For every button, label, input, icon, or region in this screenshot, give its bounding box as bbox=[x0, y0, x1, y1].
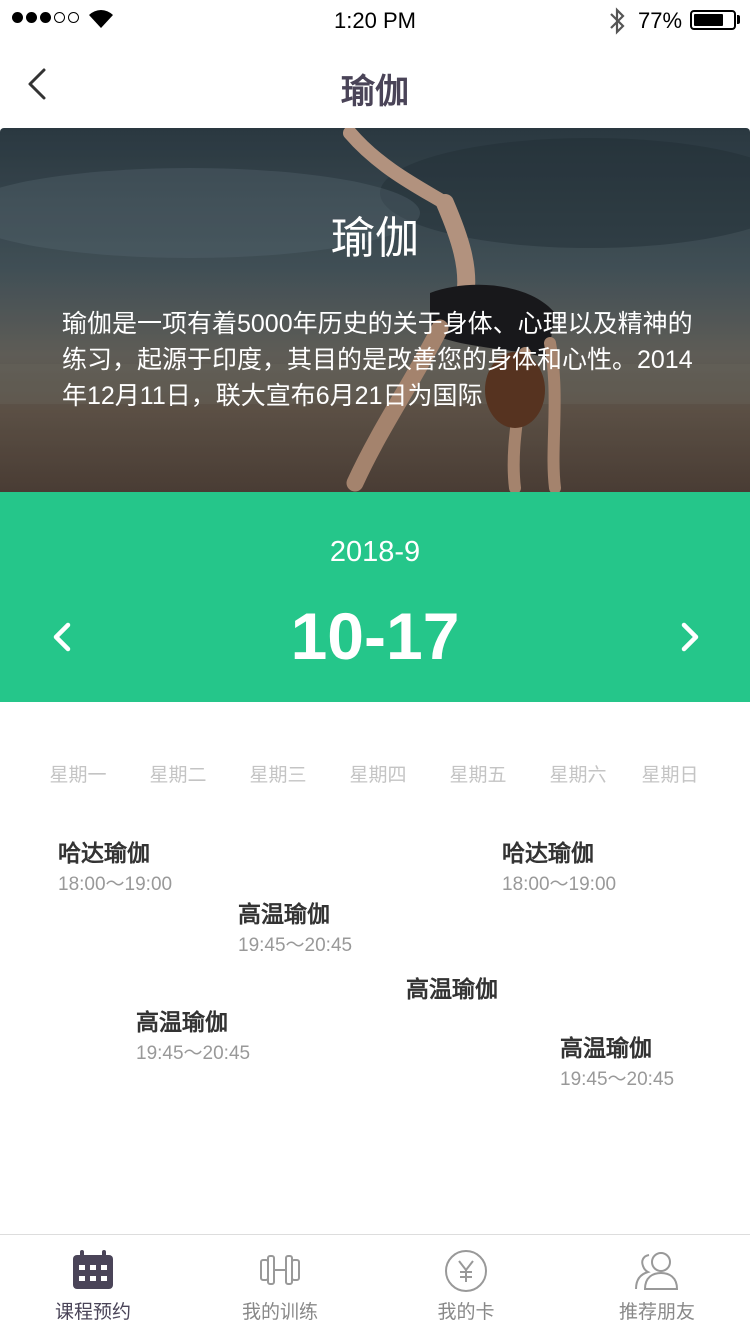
battery-icon bbox=[690, 10, 736, 30]
tab-label: 推荐朋友 bbox=[618, 1302, 695, 1323]
bluetooth-icon bbox=[610, 7, 625, 35]
tab-label: 我的卡 bbox=[437, 1302, 495, 1323]
tab-bar: 课程预约 我的训练 我的卡 推荐朋友 bbox=[0, 1234, 750, 1334]
weekday-thu: 星期四 bbox=[349, 765, 407, 786]
class-time: 18:00～19:00 bbox=[502, 874, 617, 895]
hero-title: 瑜伽 bbox=[331, 214, 419, 263]
tab-course-booking[interactable]: 课程预约 bbox=[18, 1235, 168, 1334]
class-name: 高温瑜伽 bbox=[238, 901, 330, 927]
tab-refer-friends[interactable]: 推荐朋友 bbox=[582, 1235, 732, 1334]
class-time: 18:00～19:00 bbox=[58, 874, 173, 895]
chevron-right-icon bbox=[681, 622, 699, 652]
class-time: 19:45～20:45 bbox=[238, 935, 353, 956]
weekday-mon: 星期一 bbox=[49, 765, 107, 786]
class-name: 高温瑜伽 bbox=[560, 1035, 652, 1061]
page-title: 瑜伽 bbox=[341, 73, 409, 111]
dumbbell-icon bbox=[260, 1255, 300, 1285]
class-item[interactable]: 哈达瑜伽 18:00～19:00 bbox=[58, 838, 172, 900]
nav-bar: 瑜伽 bbox=[0, 40, 750, 128]
class-item[interactable]: 高温瑜伽 19:45～20:45 bbox=[136, 1007, 250, 1069]
class-time: 19:45～20:45 bbox=[136, 1043, 251, 1064]
friends-icon bbox=[635, 1252, 679, 1290]
status-bar: 1:20 PM 77% bbox=[0, 0, 750, 40]
class-name: 高温瑜伽 bbox=[406, 976, 498, 1002]
next-week-button[interactable] bbox=[670, 612, 710, 662]
week-range: 10-17 bbox=[290, 599, 460, 673]
class-name: 哈达瑜伽 bbox=[58, 840, 150, 866]
class-item[interactable]: 高温瑜伽 bbox=[406, 974, 498, 1004]
weekday-fri: 星期五 bbox=[449, 765, 507, 786]
yuan-icon bbox=[445, 1250, 487, 1292]
tab-label: 我的训练 bbox=[241, 1302, 318, 1323]
weekday-tue: 星期二 bbox=[149, 765, 207, 786]
tab-my-card[interactable]: 我的卡 bbox=[391, 1235, 541, 1334]
class-item[interactable]: 哈达瑜伽 18:00～19:00 bbox=[502, 838, 616, 900]
calendar-icon bbox=[73, 1250, 113, 1289]
hero-banner: 瑜伽 瑜伽是一项有着5000年历史的关于身体、心理以及精神的练习，起源于印度，其… bbox=[0, 128, 750, 492]
week-selector: 2018-9 10-17 bbox=[0, 492, 750, 702]
weekday-sat: 星期六 bbox=[549, 765, 607, 786]
month-label: 2018-9 bbox=[329, 536, 421, 568]
class-name: 哈达瑜伽 bbox=[502, 840, 594, 866]
battery-percent: 77% bbox=[638, 8, 683, 33]
class-item[interactable]: 高温瑜伽 19:45～20:45 bbox=[560, 1033, 674, 1095]
weekday-sun: 星期日 bbox=[641, 765, 699, 786]
class-name: 高温瑜伽 bbox=[136, 1009, 228, 1035]
class-item[interactable]: 高温瑜伽 19:45～20:45 bbox=[238, 899, 352, 961]
tab-label: 课程预约 bbox=[54, 1302, 131, 1323]
tab-my-training[interactable]: 我的训练 bbox=[205, 1235, 355, 1334]
class-time: 19:45～20:45 bbox=[560, 1069, 675, 1090]
weekday-wed: 星期三 bbox=[249, 765, 307, 786]
hero-description: 瑜伽是一项有着5000年历史的关于身体、心理以及精神的练习，起源于印度，其目的是… bbox=[62, 310, 693, 410]
